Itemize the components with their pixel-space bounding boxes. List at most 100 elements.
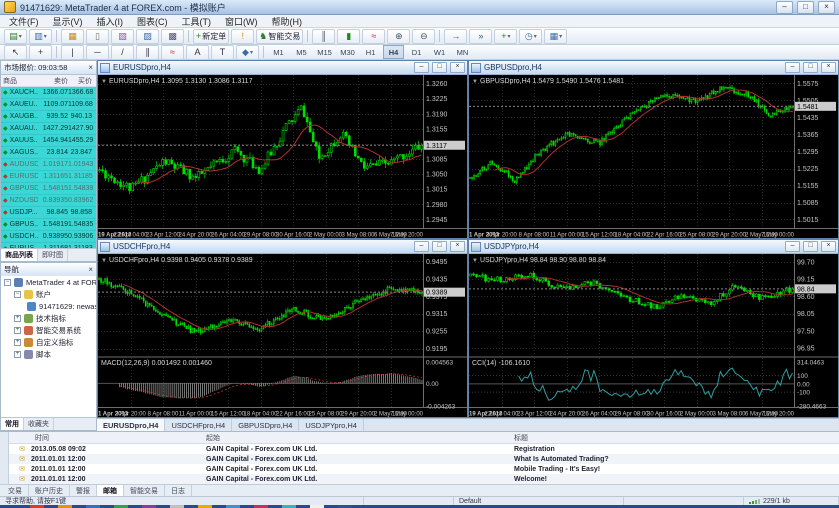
channel-tool[interactable]: ∥ [136, 44, 159, 60]
navigator-item[interactable]: + 自定义指标 [1, 336, 96, 348]
terminal-column-0[interactable]: 时间 [9, 433, 206, 443]
market-watch-toggle[interactable]: ▦ [61, 28, 84, 44]
chart-tab[interactable]: GBPUSDpro,H4 [232, 419, 300, 431]
templates-button[interactable]: ▦ ▾ [544, 28, 568, 44]
title-bar[interactable]: 91471629: MetaTrader 4 at FOREX.com - 模拟… [0, 0, 839, 15]
chart-body-usdchf[interactable]: 0.9495 0.9435 0.9375 0.9315 0.9255 0.9195 0.93… [98, 254, 467, 418]
market-watch-tab[interactable]: 商品列表 [1, 249, 38, 261]
price-chart-gbpusd[interactable]: 1.55751.55051.54351.53651.52951.52251.51… [469, 75, 838, 239]
terminal-tab[interactable]: 日志 [165, 485, 192, 496]
label-tool[interactable]: T [211, 44, 234, 60]
chart-titlebar-usdjpy[interactable]: USDJPYpro,H4 – □ × [469, 240, 838, 254]
price-axis[interactable]: 1.32601.32251.31901.31551.31201.30851.30… [424, 81, 465, 224]
periods-button[interactable]: ◷ ▾ [519, 28, 543, 44]
chart-close-button[interactable]: × [450, 241, 465, 252]
strategy-tester-toggle[interactable]: ▩ [161, 28, 184, 44]
navigator-item[interactable]: + 智能交易系统 [1, 324, 96, 336]
trendline-tool[interactable]: / [111, 44, 134, 60]
mail-row[interactable]: ✉ 2011.01.01 12:00 GAIN Capital - Forex.co… [9, 464, 839, 474]
terminal-tab[interactable]: 交易 [2, 485, 29, 496]
chart-titlebar-usdchf[interactable]: USDCHFpro,H4 – □ × [98, 240, 467, 254]
chart-body-gbpusd[interactable]: 1.5575 1.5505 1.5435 1.5365 1.5295 1.5225 1.51… [469, 75, 838, 239]
timeframe-m1-button[interactable]: M1 [268, 45, 289, 59]
mail-row[interactable]: ✉ 2011.01.01 12:00 GAIN Capital - Forex.co… [9, 474, 839, 484]
expand-icon[interactable]: + [14, 326, 21, 334]
navigator-item[interactable]: 91471629: newasp [1, 300, 96, 312]
chart-minimize-button[interactable]: – [414, 62, 429, 73]
fibonacci-tool[interactable]: ≈ [161, 44, 184, 60]
chart-close-button[interactable]: × [821, 62, 836, 73]
timeframe-m30-button[interactable]: M30 [337, 45, 358, 59]
timeframe-h1-button[interactable]: H1 [360, 45, 381, 59]
market-watch-row[interactable]: ◆ XAUCH... 1366.07 1366.68 [1, 87, 96, 99]
terminal-tab[interactable]: 智能交易 [124, 485, 165, 496]
menu-item[interactable]: 窗口(W) [218, 15, 265, 28]
chart-close-button[interactable]: × [821, 241, 836, 252]
terminal-tab[interactable]: 邮箱 [97, 485, 124, 496]
market-watch-row[interactable]: ◆ AUDUSD 1.01917 1.01943 [1, 159, 96, 171]
market-watch-row[interactable]: ◆ XAUAU... 1427.29 1427.90 [1, 123, 96, 135]
chart-minimize-button[interactable]: – [785, 241, 800, 252]
chart-restore-button[interactable]: □ [803, 241, 818, 252]
chart-restore-button[interactable]: □ [432, 62, 447, 73]
new-order-button[interactable]: + 新定单 [193, 28, 230, 44]
profiles-button[interactable]: ▥ ▾ [29, 28, 52, 44]
expand-icon[interactable]: + [14, 314, 21, 322]
market-watch-row[interactable]: ◆ XAUGB... 939.52 940.13 [1, 111, 96, 123]
expert-advisors-button[interactable]: ♞ 智能交易 [256, 28, 304, 44]
price-chart-usdjpy[interactable]: 99.70 99.15 98.60 98.05 97.50 96.95 98.84 19 Ap… [469, 254, 838, 418]
shapes-tool[interactable]: ◆ ▾ [236, 44, 259, 60]
close-icon[interactable]: × [88, 63, 93, 72]
market-watch-row[interactable]: ◆ EURUSD 1.31165 1.31185 [1, 171, 96, 183]
navigator-tab[interactable]: 收藏夹 [24, 418, 54, 430]
chart-minimize-button[interactable]: – [414, 241, 429, 252]
window-minimize-button[interactable]: – [776, 0, 793, 14]
market-watch-column-2[interactable]: 买价 [68, 76, 94, 86]
auto-scroll-button[interactable]: → [444, 28, 468, 44]
terminal-tab[interactable]: 账户历史 [29, 485, 70, 496]
window-maximize-button[interactable]: □ [797, 0, 814, 14]
chart-shift-button[interactable]: » [469, 28, 493, 44]
line-chart-button[interactable]: ≈ [362, 28, 386, 44]
chart-body-eurusd[interactable]: 1.32601.32251.31901.31551.31201.30851.30… [98, 75, 467, 239]
chart-tab[interactable]: USDCHFpro,H4 [165, 419, 233, 431]
market-watch-row[interactable]: ◆ GBPUS... 1.54819 1.54835 [1, 219, 96, 231]
market-watch-row[interactable]: ◆ NZDUSD 0.83935 0.83962 [1, 195, 96, 207]
menu-item[interactable]: 工具(T) [175, 15, 219, 28]
price-axis[interactable]: 99.70 99.15 98.60 98.05 97.50 96.95 98.84 [795, 259, 836, 353]
chart-minimize-button[interactable]: – [785, 62, 800, 73]
menu-item[interactable]: 插入(I) [90, 15, 131, 28]
timeframe-mn-button[interactable]: MN [452, 45, 473, 59]
expand-icon[interactable]: + [14, 350, 21, 358]
horizontal-line-tool[interactable]: ─ [86, 44, 109, 60]
candlestick-button[interactable]: ▮ [337, 28, 361, 44]
price-axis[interactable]: 0.94950.94350.93750.93150.92550.91950.93… [424, 259, 465, 353]
market-watch-column-1[interactable]: 卖价 [38, 76, 68, 86]
status-profile[interactable]: Default [454, 497, 624, 505]
navigator-item[interactable]: − MetaTrader 4 at FOREX.cc [1, 276, 96, 288]
time-axis[interactable]: 19 Apr 201322 Apr 04:0023 Apr 12:0024 Ap… [469, 412, 795, 418]
chart-restore-button[interactable]: □ [432, 241, 447, 252]
navigator-item[interactable]: − 账户 [1, 288, 96, 300]
market-watch-row[interactable]: ◆ USDCH... 0.93895 0.93906 [1, 231, 96, 243]
chart-titlebar-gbpusd[interactable]: GBPUSDpro,H4 – □ × [469, 61, 838, 75]
market-watch-column-0[interactable]: 商品 [1, 76, 38, 86]
expand-icon[interactable]: + [14, 338, 21, 346]
zoom-in-button[interactable]: ⊕ [387, 28, 411, 44]
price-axis[interactable]: 1.55751.55051.54351.53651.52951.52251.51… [795, 81, 836, 224]
market-watch-row[interactable]: ◆ XAUUS... 1454.94 1455.29 [1, 135, 96, 147]
terminal-column-2[interactable]: 标题 [514, 433, 839, 443]
navigator-toggle[interactable]: ▧ [111, 28, 134, 44]
time-axis[interactable]: 1 Apr 20133 Apr 20:00 8 Apr 08:00 11 Apr 0… [469, 233, 795, 239]
close-icon[interactable]: × [88, 265, 93, 274]
price-chart-eurusd[interactable]: 1.32601.32251.31901.31551.31201.30851.30… [98, 75, 467, 239]
timeframe-w1-button[interactable]: W1 [429, 45, 450, 59]
chart-close-button[interactable]: × [450, 62, 465, 73]
new-chart-button[interactable]: ▤ ▾ [4, 28, 27, 44]
indicators-button[interactable]: + ▾ [494, 28, 518, 44]
time-axis[interactable]: 1 Apr 20133 Apr 20:00 8 Apr 08:00 11 Apr 0… [98, 412, 424, 418]
menu-item[interactable]: 显示(V) [46, 15, 90, 28]
zoom-out-button[interactable]: ⊖ [412, 28, 436, 44]
market-watch-row[interactable]: ◆ XAGUS... 23.814 23.847 [1, 147, 96, 159]
terminal-toggle[interactable]: ▨ [136, 28, 159, 44]
